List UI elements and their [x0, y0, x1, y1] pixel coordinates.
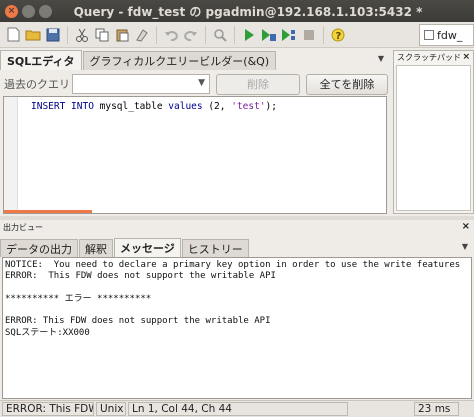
close-icon[interactable]: × — [462, 221, 470, 232]
redo-icon[interactable] — [182, 26, 200, 44]
status-timing: 23 ms — [414, 402, 459, 416]
open-folder-icon[interactable] — [24, 26, 42, 44]
progress-indicator — [4, 210, 92, 213]
string-literal: 'test' — [231, 101, 266, 112]
chevron-down-icon: ▼ — [198, 78, 205, 88]
sql-editor[interactable]: INSERT INTO mysql_table values (2, 'test… — [3, 96, 387, 214]
editor-line-1: INSERT INTO mysql_table values (2, 'test… — [31, 101, 277, 112]
toolbar-separator — [234, 25, 235, 44]
message-line: SQLステート:XX000 — [5, 327, 90, 338]
scratch-pad-title: スクラッチパッド — [397, 52, 461, 62]
toolbar-separator — [205, 25, 206, 44]
status-eol: Unix — [96, 402, 126, 416]
maximize-window-icon[interactable] — [39, 4, 52, 18]
minimize-window-icon[interactable] — [22, 4, 35, 18]
keyword: values — [168, 101, 203, 112]
connection-label: fdw_ — [437, 28, 463, 42]
scratch-pad: スクラッチパッド × — [393, 50, 474, 214]
window-title: Query - fdw_test の pgadmin@192.168.1.103… — [73, 4, 423, 19]
message-line: ********** エラー ********** — [5, 293, 152, 304]
past-queries-row: 過去のクエリ ▼ 削除 全てを削除 — [0, 72, 388, 96]
close-window-icon[interactable]: × — [5, 4, 18, 18]
help-icon[interactable]: ? — [329, 26, 347, 44]
delete-button[interactable]: 削除 — [216, 73, 300, 95]
tab-graphical-query-builder[interactable]: グラフィカルクエリービルダー(&Q) — [82, 51, 277, 70]
delete-all-button[interactable]: 全てを削除 — [306, 73, 388, 95]
past-queries-label: 過去のクエリ — [4, 78, 70, 91]
query-tabs: SQLエディタ グラフィカルクエリービルダー(&Q) ▼ — [0, 50, 388, 70]
checkbox-icon[interactable] — [424, 30, 434, 40]
tab-explain[interactable]: 解釈 — [79, 239, 113, 257]
tab-history[interactable]: ヒストリー — [181, 239, 249, 257]
tab-data-output[interactable]: データの出力 — [0, 239, 78, 257]
stop-icon[interactable] — [300, 26, 318, 44]
output-pane-header: 出力ビュー — [0, 220, 474, 234]
new-file-icon[interactable] — [4, 26, 22, 44]
toolbar-separator — [156, 25, 157, 44]
status-position: Ln 1, Col 44, Ch 44 — [128, 402, 348, 416]
message-line: ERROR: This FDW does not support the wri… — [5, 316, 271, 327]
execute-icon[interactable] — [240, 26, 258, 44]
code-text: mysql_table — [93, 101, 169, 112]
tab-messages[interactable]: メッセージ — [114, 238, 181, 257]
status-message: ERROR: This FDW — [2, 402, 94, 416]
title-bar: × Query - fdw_test の pgadmin@192.168.1.1… — [0, 0, 474, 22]
tabs-menu-arrow-icon[interactable]: ▼ — [462, 242, 468, 251]
message-line — [5, 305, 469, 316]
code-text: ); — [265, 101, 277, 112]
keyword: INSERT INTO — [31, 101, 94, 112]
scratch-pad-textarea[interactable] — [396, 65, 471, 211]
close-icon[interactable]: × — [462, 52, 470, 62]
tabs-menu-arrow-icon[interactable]: ▼ — [378, 54, 384, 63]
connection-combo[interactable]: fdw_ — [419, 24, 474, 46]
save-icon[interactable] — [44, 26, 62, 44]
status-bar: ERROR: This FDW Unix Ln 1, Col 44, Ch 44… — [0, 400, 474, 417]
editor-gutter — [4, 97, 18, 213]
toolbar: ? fdw_ — [0, 22, 474, 48]
tab-sql-editor[interactable]: SQLエディタ — [0, 50, 82, 70]
paste-icon[interactable] — [113, 26, 131, 44]
clear-icon[interactable] — [133, 26, 151, 44]
explain-icon[interactable] — [280, 26, 298, 44]
execute-to-file-icon[interactable] — [260, 26, 278, 44]
find-icon[interactable] — [211, 26, 229, 44]
svg-text:?: ? — [336, 31, 342, 42]
output-tabs: データの出力 解釈 メッセージ ヒストリー ▼ — [0, 238, 474, 257]
code-text: (2, — [202, 101, 232, 112]
toolbar-separator — [67, 25, 68, 44]
output-pane-title: 出力ビュー — [3, 222, 43, 232]
past-queries-select[interactable]: ▼ — [72, 74, 210, 94]
message-line: NOTICE: You need to declare a primary ke… — [5, 260, 461, 270]
message-line: ERROR: This FDW does not support the wri… — [5, 271, 276, 282]
toolbar-separator — [323, 25, 324, 44]
message-line — [5, 283, 469, 294]
copy-icon[interactable] — [93, 26, 111, 44]
messages-output[interactable]: NOTICE: You need to declare a primary ke… — [2, 257, 472, 399]
undo-icon[interactable] — [162, 26, 180, 44]
cut-icon[interactable] — [73, 26, 91, 44]
